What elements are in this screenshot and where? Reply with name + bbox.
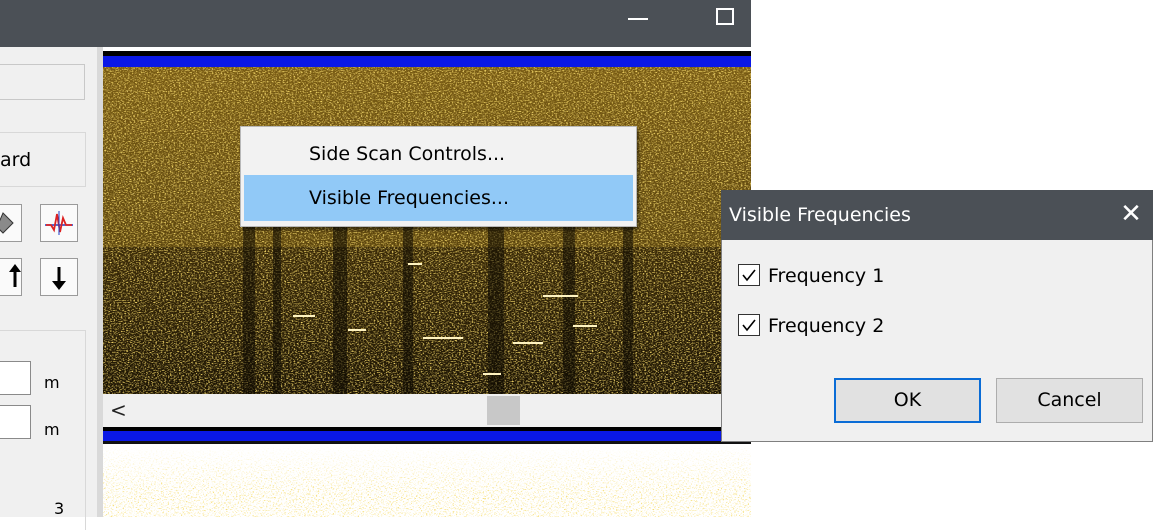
frequency-2-label[interactable]: Frequency 2: [768, 314, 884, 338]
frequency-1-checkbox[interactable]: [738, 264, 760, 286]
scroll-thumb[interactable]: [487, 396, 520, 425]
arrow-up-icon: [9, 264, 21, 287]
menu-item-label: Side Scan Controls...: [309, 143, 506, 165]
frequency-1-label[interactable]: Frequency 1: [768, 264, 884, 288]
mode-group-label: ard: [0, 149, 32, 171]
checkmark-icon: [742, 269, 756, 282]
eraser-button[interactable]: [0, 204, 22, 242]
maximize-icon[interactable]: [716, 8, 734, 25]
side-scan-image: [103, 67, 751, 394]
ok-button[interactable]: OK: [834, 378, 981, 423]
scroll-left-icon[interactable]: <: [110, 398, 130, 422]
window-title-bar: [0, 0, 751, 47]
arrow-down-icon: [52, 267, 66, 290]
minimize-icon[interactable]: [628, 18, 648, 20]
frequency-2-checkbox[interactable]: [738, 314, 760, 336]
range-unit-2: m: [44, 420, 60, 439]
sonar-view-bottom[interactable]: [103, 444, 751, 517]
menu-item-label: Visible Frequencies...: [309, 187, 510, 209]
eraser-icon: [0, 212, 14, 234]
horizontal-scrollbar[interactable]: [103, 394, 751, 427]
checkmark-icon: [742, 319, 756, 332]
close-icon[interactable]: ✕: [1117, 200, 1145, 228]
range-input-2[interactable]: [0, 405, 31, 439]
cancel-button[interactable]: Cancel: [996, 378, 1143, 423]
menu-item-visible-frequencies[interactable]: Visible Frequencies...: [244, 175, 633, 221]
context-menu: Side Scan Controls... Visible Frequencie…: [240, 126, 637, 227]
channel-band-top: [103, 56, 751, 67]
arrow-up-button[interactable]: [0, 258, 22, 296]
range-unit-1: m: [44, 373, 60, 392]
waveform-button[interactable]: [40, 204, 78, 242]
dialog-title: Visible Frequencies: [729, 204, 911, 226]
channel-band-bottom: [103, 431, 751, 441]
side-scan-image-bottom: [103, 444, 751, 517]
top-field[interactable]: [0, 64, 85, 100]
range-input-1[interactable]: [0, 361, 31, 395]
menu-item-side-scan-controls[interactable]: Side Scan Controls...: [244, 131, 633, 177]
panel-bottom-text: 3: [54, 499, 65, 518]
arrow-down-button[interactable]: [40, 258, 78, 296]
waveform-icon: [45, 211, 73, 235]
